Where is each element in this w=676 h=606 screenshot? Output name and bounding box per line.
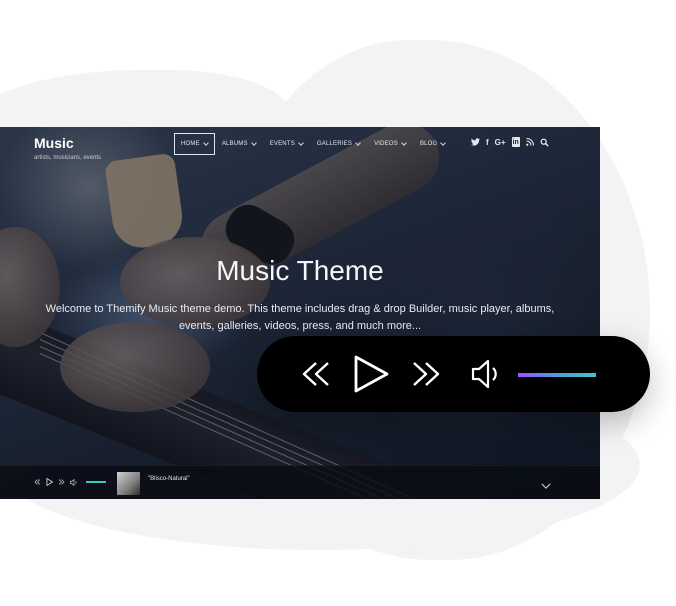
rss-icon[interactable] — [525, 137, 534, 147]
hero-description: Welcome to Themify Music theme demo. Thi… — [45, 303, 555, 332]
nav-item-events[interactable]: EVENTS — [263, 133, 310, 155]
chevron-down-icon — [202, 139, 209, 146]
nav-item-galleries[interactable]: GALLERIES — [310, 133, 367, 155]
nav-item-label: VIDEOS — [374, 141, 398, 147]
twitter-icon[interactable] — [471, 137, 480, 147]
volume-button[interactable] — [471, 359, 503, 389]
chevron-down-icon — [355, 139, 361, 146]
site-logo[interactable]: Music — [34, 135, 74, 151]
chevron-down-icon — [250, 139, 257, 146]
play-icon — [354, 355, 389, 393]
fast-forward-button[interactable] — [411, 361, 441, 387]
nav-item-label: EVENTS — [269, 141, 295, 147]
volume-slider-fill — [518, 373, 596, 377]
rewind-button[interactable] — [301, 361, 331, 387]
site-tagline: artists, musicians, events — [34, 155, 102, 161]
nav-item-albums[interactable]: ALBUMS — [215, 133, 263, 155]
chevron-down-icon — [298, 139, 304, 146]
main-nav: HOME ALBUMS EVENTS GALLERIES VIDEOS BLOG — [174, 133, 452, 155]
website-hero-screenshot: Music artists, musicians, events HOME AL… — [0, 127, 600, 499]
play-icon[interactable] — [46, 478, 53, 486]
chevron-down-icon[interactable] — [541, 476, 551, 489]
nav-item-label: ALBUMS — [221, 141, 248, 147]
nav-item-home[interactable]: HOME — [174, 133, 215, 155]
promo-stage: Music artists, musicians, events HOME AL… — [0, 0, 676, 606]
volume-icon[interactable] — [70, 478, 78, 486]
chevron-down-icon — [440, 139, 447, 146]
mini-player-controls — [34, 478, 106, 486]
volume-icon — [471, 359, 497, 389]
chevron-down-icon — [401, 139, 407, 146]
rewind-icon[interactable] — [34, 479, 41, 485]
album-thumbnail — [117, 472, 140, 495]
nav-item-label: GALLERIES — [316, 141, 353, 147]
mini-audio-player: "Blisco-Natural" — [0, 465, 600, 499]
social-links: f G+ in — [471, 137, 549, 147]
nav-item-label: BLOG — [419, 141, 438, 147]
audio-player-widget — [257, 336, 650, 412]
hero-title: Music Theme — [216, 255, 384, 286]
rewind-icon — [302, 362, 329, 386]
linkedin-icon[interactable]: in — [511, 137, 520, 147]
play-button[interactable] — [351, 354, 391, 394]
nav-item-blog[interactable]: BLOG — [413, 133, 452, 155]
search-icon[interactable] — [540, 137, 549, 147]
track-title: "Blisco-Natural" — [148, 476, 190, 482]
google-plus-icon[interactable]: G+ — [495, 137, 506, 147]
facebook-icon[interactable]: f — [486, 137, 489, 147]
volume-slider[interactable] — [518, 373, 596, 377]
fast-forward-icon[interactable] — [58, 479, 65, 485]
mini-volume-bar[interactable] — [86, 481, 106, 483]
fast-forward-icon — [413, 362, 440, 386]
nav-item-videos[interactable]: VIDEOS — [367, 133, 413, 155]
nav-item-label: HOME — [181, 141, 200, 147]
